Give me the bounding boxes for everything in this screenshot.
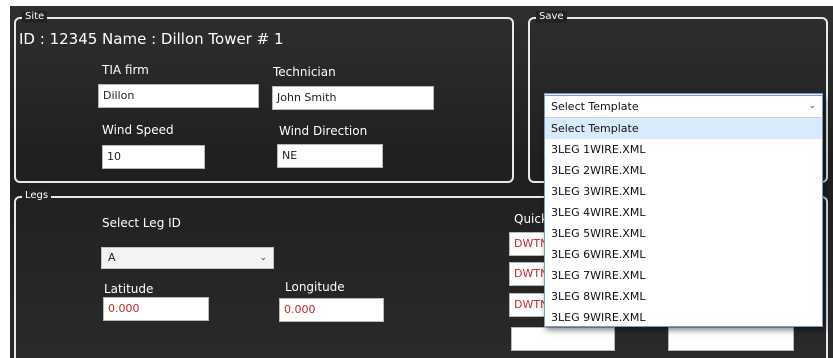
wind-speed-field[interactable]: 10 [102,145,205,169]
template-option[interactable]: 3LEG 8WIRE.XML [545,286,822,307]
template-option[interactable]: 3LEG 4WIRE.XML [545,202,822,223]
chevron-down-icon[interactable]: ⌄ [259,248,267,268]
select-leg-label: Select Leg ID [102,216,181,230]
quick-field-4[interactable] [511,327,615,351]
dropdown-header-value: Select Template [551,100,639,113]
technician-label: Technician [273,65,336,79]
template-option[interactable]: 3LEG 3WIRE.XML [545,181,822,202]
latitude-field[interactable]: 0.000 [103,297,209,321]
legs-legend: Legs [22,190,52,202]
dropdown-header[interactable]: Select Template ⌄ [545,96,822,118]
template-dropdown-list: Select Template ⌄ Select Template 3LEG 1… [544,95,823,327]
longitude-field[interactable]: 0.000 [279,298,384,322]
template-option[interactable]: 3LEG 1WIRE.XML [545,139,822,160]
app-window: Site ID : 12345 Name : Dillon Tower # 1 … [10,6,833,358]
select-leg-dropdown[interactable]: A ⌄ [101,247,274,269]
template-option[interactable]: 3LEG 9WIRE.XML [545,307,822,328]
chevron-down-icon[interactable]: ⌄ [808,96,816,117]
longitude-label: Longitude [285,280,345,294]
tia-firm-field[interactable]: Dillon [98,84,259,108]
quick-label: Quick [514,212,548,226]
extra-field[interactable] [668,327,794,351]
template-option[interactable]: 3LEG 2WIRE.XML [545,160,822,181]
wind-direction-label: Wind Direction [279,124,368,138]
site-legend: Site [22,11,48,23]
select-leg-value: A [108,251,116,264]
technician-field[interactable]: John Smith [272,86,434,110]
site-title: ID : 12345 Name : Dillon Tower # 1 [19,30,284,48]
latitude-label: Latitude [104,282,154,296]
template-option[interactable]: 3LEG 6WIRE.XML [545,244,822,265]
template-option[interactable]: 3LEG 7WIRE.XML [545,265,822,286]
wind-speed-label: Wind Speed [102,123,174,137]
template-option[interactable]: Select Template [545,118,822,139]
save-legend: Save [536,11,567,23]
wind-direction-field[interactable]: NE [277,144,383,168]
tia-firm-label: TIA firm [102,63,149,77]
template-option[interactable]: 3LEG 5WIRE.XML [545,223,822,244]
